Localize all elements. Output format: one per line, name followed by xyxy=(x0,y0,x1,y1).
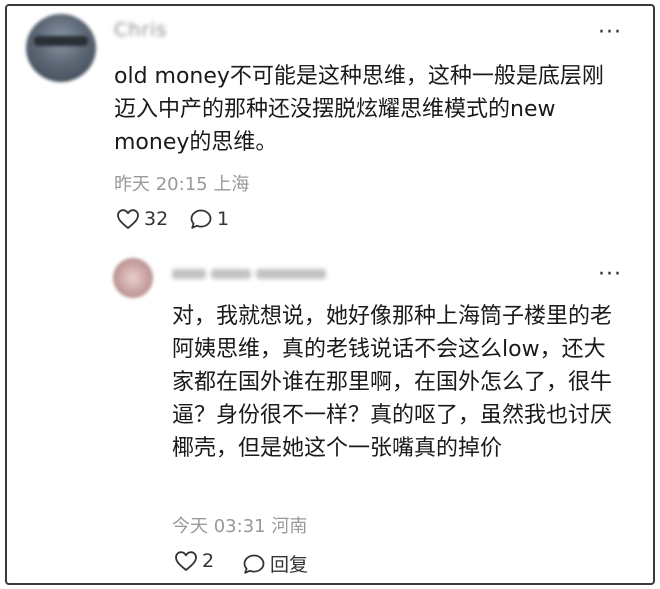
replier-name[interactable] xyxy=(172,262,342,280)
comment-button[interactable]: 1 xyxy=(189,208,229,230)
comment-meta: 昨天 20:15 上海 xyxy=(114,174,250,195)
commenter-avatar[interactable] xyxy=(26,14,96,82)
reply-button[interactable]: 回复 xyxy=(242,550,308,577)
comment-bubble-icon xyxy=(190,209,212,229)
reply-label: 回复 xyxy=(270,554,309,576)
heart-icon xyxy=(175,551,197,571)
commenter-name[interactable]: Chris xyxy=(114,19,167,41)
comment-bubble-icon xyxy=(243,554,265,574)
reply-like-count: 2 xyxy=(202,550,215,572)
reply-like-button[interactable]: 2 xyxy=(174,550,214,572)
more-options-button[interactable]: ··· xyxy=(598,22,622,44)
comment-text: old money不可能是这种思维，这种一般是底层刚迈入中产的那种还没摆脱炫耀思… xyxy=(114,64,604,155)
like-count: 32 xyxy=(144,208,169,230)
reply-more-options-button[interactable]: ··· xyxy=(598,264,622,286)
reply-meta: 今天 03:31 河南 xyxy=(172,516,308,537)
replier-avatar[interactable] xyxy=(113,258,153,298)
heart-icon xyxy=(117,209,139,229)
reply-text: 对，我就想说，她好像那种上海筒子楼里的老阿姨思维，真的老钱说话不会这么low，还… xyxy=(172,304,613,461)
comment-count: 1 xyxy=(217,208,230,230)
like-button[interactable]: 32 xyxy=(116,208,168,230)
